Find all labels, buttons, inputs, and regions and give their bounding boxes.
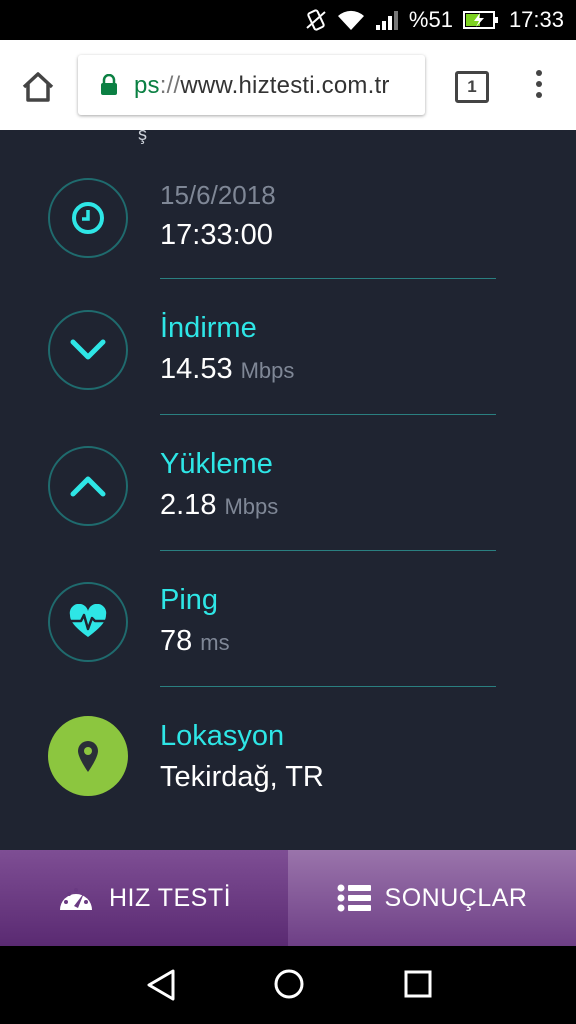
divider — [160, 686, 496, 687]
upload-icon-circle — [48, 446, 128, 526]
location-value: Tekirdağ, TR — [160, 761, 324, 793]
tab-speed-test[interactable]: HIZ TESTİ — [0, 850, 288, 946]
download-value: 14.53 — [160, 353, 233, 385]
status-bar: %51 17:33 — [0, 0, 576, 40]
ping-value: 78 — [160, 625, 193, 657]
divider — [160, 278, 496, 279]
menu-dot-icon — [536, 81, 542, 87]
menu-dot-icon — [536, 70, 542, 76]
download-label: İndirme — [160, 312, 257, 344]
tab-results-label: SONUÇLAR — [384, 883, 528, 912]
upload-unit: Mbps — [224, 494, 279, 519]
lock-icon — [101, 74, 117, 95]
result-row-location: Lokasyon Tekirdağ, TR — [0, 714, 576, 850]
result-row-date: 15/6/2018 17:33:00 — [0, 170, 576, 306]
heart-pulse-icon — [69, 604, 107, 637]
results-content: ş 15/6/2018 17:33:00 İndirme 14.53 Mbps — [0, 130, 576, 850]
back-icon[interactable] — [146, 968, 176, 1002]
tab-switcher-button[interactable]: 1 — [455, 71, 489, 103]
url-separator: :// — [159, 72, 181, 99]
clock-icon-circle — [48, 178, 128, 258]
location-label: Lokasyon — [160, 720, 285, 752]
upload-value: 2.18 — [160, 489, 217, 521]
system-navigation-bar — [0, 946, 576, 1024]
home-button[interactable] — [18, 67, 58, 107]
menu-dot-icon — [536, 92, 542, 98]
chevron-down-icon — [70, 339, 106, 360]
divider — [160, 550, 496, 551]
home-icon — [22, 72, 54, 102]
result-row-ping: Ping 78 ms — [0, 578, 576, 714]
result-row-download: İndirme 14.53 Mbps — [0, 306, 576, 442]
result-row-upload: Yükleme 2.18 Mbps — [0, 442, 576, 578]
url-text: ps://www.hiztesti.com.tr — [134, 72, 390, 100]
divider — [160, 414, 496, 415]
result-time: 17:33:00 — [160, 219, 273, 251]
location-icon-circle — [48, 716, 128, 796]
recent-apps-icon[interactable] — [404, 970, 432, 998]
signal-icon — [375, 11, 398, 30]
clock-icon — [72, 202, 104, 234]
speedometer-icon — [59, 888, 92, 910]
ping-icon-circle — [48, 582, 128, 662]
tab-results[interactable]: SONUÇLAR — [288, 850, 576, 946]
partial-heading: ş — [138, 130, 147, 144]
battery-percent: %51 — [408, 7, 453, 32]
ping-unit: ms — [200, 630, 230, 655]
list-icon — [337, 884, 371, 912]
ping-label: Ping — [160, 584, 219, 616]
location-pin-icon — [78, 741, 98, 772]
url-host: www.hiztesti.com.tr — [180, 72, 390, 99]
battery-charging-icon — [462, 11, 498, 29]
url-scheme: ps — [134, 72, 160, 99]
browser-toolbar: ps://www.hiztesti.com.tr 1 — [0, 40, 576, 130]
tab-speed-test-label: HIZ TESTİ — [108, 883, 232, 912]
clock-time: 17:33 — [508, 7, 564, 32]
address-bar[interactable]: ps://www.hiztesti.com.tr — [78, 55, 425, 115]
overflow-menu-button[interactable] — [532, 70, 546, 102]
vibrate-icon — [306, 9, 326, 31]
upload-label: Yükleme — [160, 448, 273, 480]
bottom-tab-bar: HIZ TESTİ SONUÇLAR — [0, 850, 576, 946]
download-unit: Mbps — [240, 358, 295, 383]
chevron-up-icon — [70, 476, 106, 497]
wifi-icon — [337, 10, 364, 30]
download-icon-circle — [48, 310, 128, 390]
home-nav-icon[interactable] — [273, 968, 305, 1000]
result-date: 15/6/2018 — [160, 180, 276, 210]
